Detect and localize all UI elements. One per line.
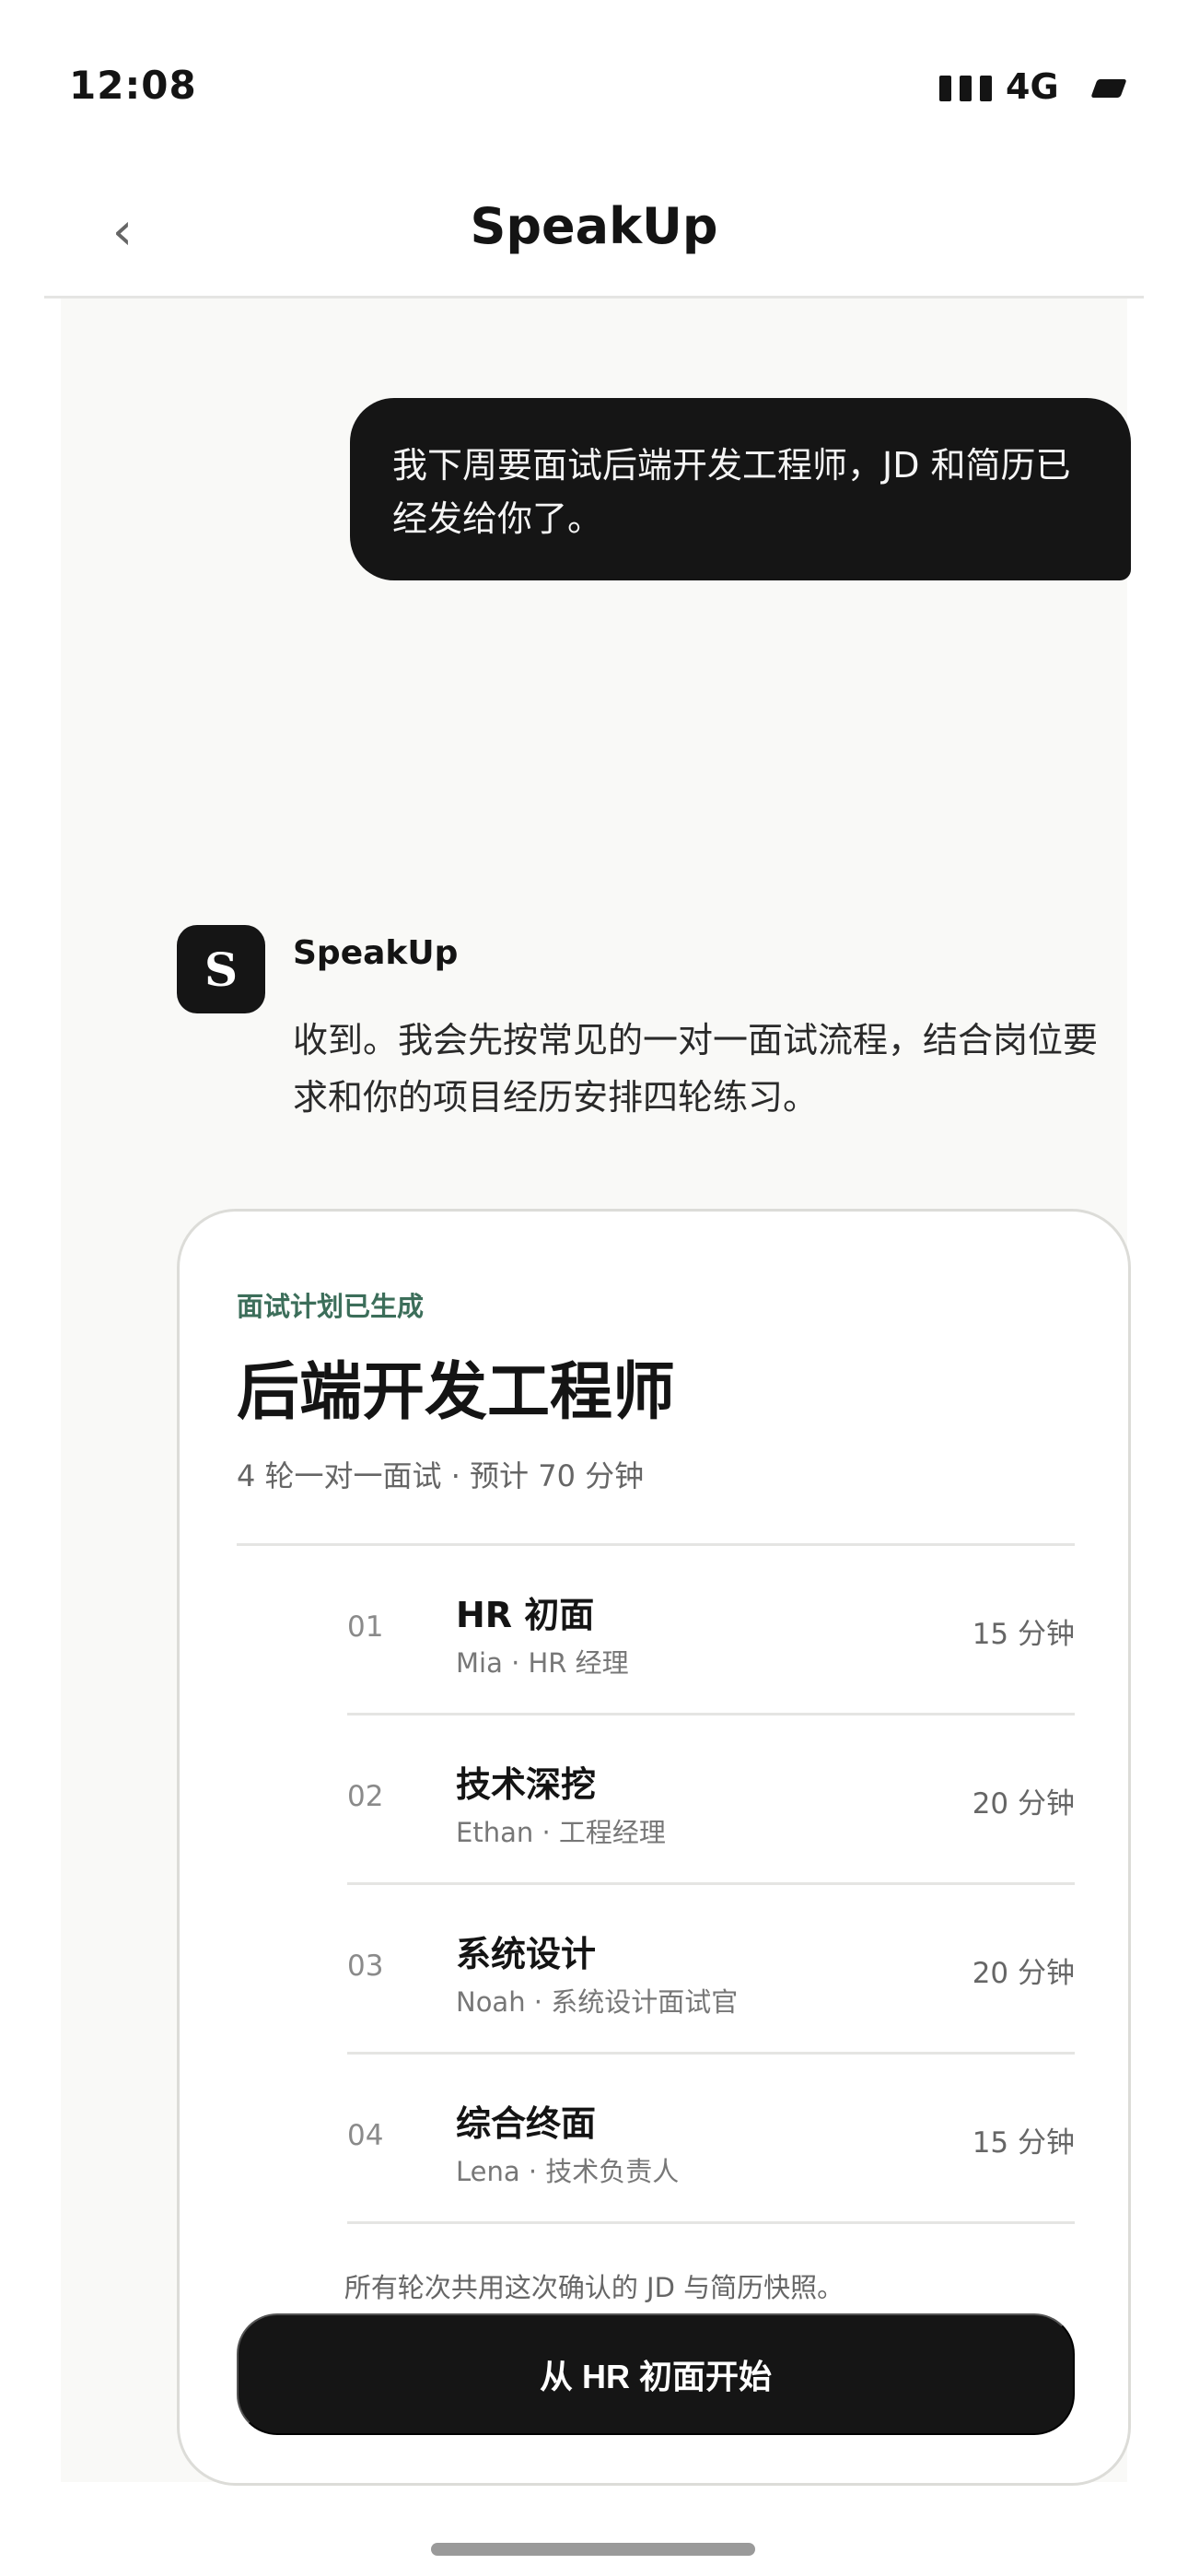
battery-icon xyxy=(1090,79,1127,98)
round-duration: 20 分钟 xyxy=(972,1957,1075,1990)
round-duration: 20 分钟 xyxy=(972,1787,1075,1821)
user-message-bubble: 我下周要面试后端开发工程师，JD 和简历已经发给你了。 xyxy=(350,398,1131,580)
round-duration: 15 分钟 xyxy=(972,1618,1075,1651)
chat-area[interactable]: 我下周要面试后端开发工程师，JD 和简历已经发给你了。 S SpeakUp 收到… xyxy=(61,299,1131,2486)
round-number: 01 xyxy=(347,1610,384,1644)
bot-message: 收到。我会先按常见的一对一面试流程，结合岗位要求和你的项目经历安排四轮练习。 xyxy=(293,1020,1099,1118)
start-interview-button[interactable]: 从 HR 初面开始 xyxy=(237,2313,1075,2435)
round-interviewer: Ethan · 工程经理 xyxy=(456,1817,666,1848)
signal-icon xyxy=(939,76,992,101)
page-title: SpeakUp xyxy=(470,197,718,255)
round-interviewer: Lena · 技术负责人 xyxy=(456,2156,680,2187)
round-name: 综合终面 xyxy=(456,2103,597,2144)
round-name: HR 初面 xyxy=(456,1595,595,1635)
nav-bar: ‹ SpeakUp xyxy=(44,175,1144,299)
status-time: 12:08 xyxy=(69,63,197,108)
bot-name: SpeakUp xyxy=(293,934,459,972)
plan-status: 面试计划已生成 xyxy=(237,1291,425,1322)
home-indicator[interactable] xyxy=(431,2543,755,2556)
status-bar: 12:08 4G xyxy=(0,0,1188,175)
bot-avatar: S xyxy=(177,925,265,1013)
round-number: 02 xyxy=(347,1780,384,1813)
round-interviewer: Mia · HR 经理 xyxy=(456,1647,629,1679)
plan-title: 后端开发工程师 xyxy=(237,1356,676,1429)
round-duration: 15 分钟 xyxy=(972,2126,1075,2160)
screen: 12:08 4G ‹ SpeakUp 我下周要面试后端开发工程师，JD 和简历已… xyxy=(0,0,1188,2576)
round-list: 01 HR 初面 Mia · HR 经理 15 分钟 02 技术深挖 Ethan… xyxy=(347,1546,1075,2224)
round-item-tech[interactable]: 02 技术深挖 Ethan · 工程经理 20 分钟 xyxy=(347,1715,1075,1885)
network-label: 4G xyxy=(1006,66,1059,107)
round-name: 技术深挖 xyxy=(456,1764,597,1805)
round-interviewer: Noah · 系统设计面试官 xyxy=(456,1986,739,2018)
round-number: 04 xyxy=(347,2119,384,2152)
round-item-system-design[interactable]: 03 系统设计 Noah · 系统设计面试官 20 分钟 xyxy=(347,1885,1075,2055)
plan-summary: 4 轮一对一面试 · 预计 70 分钟 xyxy=(237,1458,645,1493)
round-name: 系统设计 xyxy=(456,1934,597,1974)
round-item-final[interactable]: 04 综合终面 Lena · 技术负责人 15 分钟 xyxy=(347,2055,1075,2224)
footer-note: 所有轮次共用这次确认的 JD 与简历快照。 xyxy=(344,2272,844,2303)
round-number: 03 xyxy=(347,1950,384,1983)
round-item-hr[interactable]: 01 HR 初面 Mia · HR 经理 15 分钟 xyxy=(347,1546,1075,1715)
